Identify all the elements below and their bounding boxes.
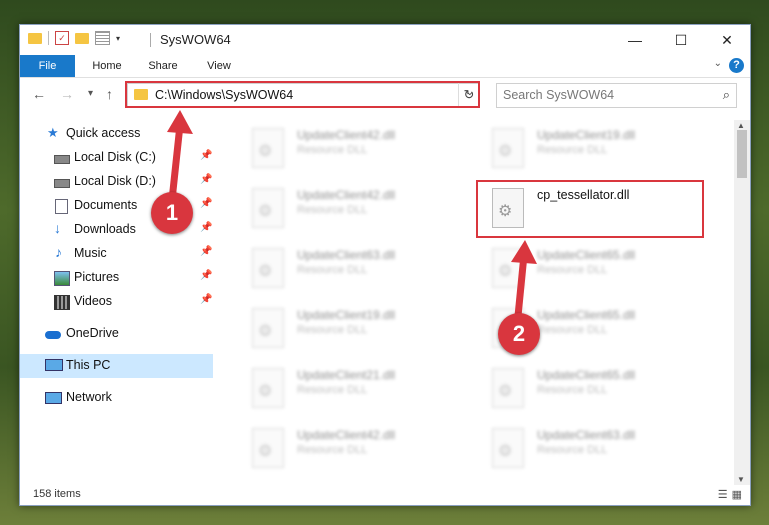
arrow-1-head xyxy=(167,110,193,134)
step-1-badge: 1 xyxy=(151,192,193,234)
step-2-badge: 2 xyxy=(498,313,540,355)
arrow-1 xyxy=(168,124,184,201)
annotation-arrows xyxy=(167,110,537,317)
arrow-2 xyxy=(514,254,528,317)
arrow-2-head xyxy=(511,240,537,264)
